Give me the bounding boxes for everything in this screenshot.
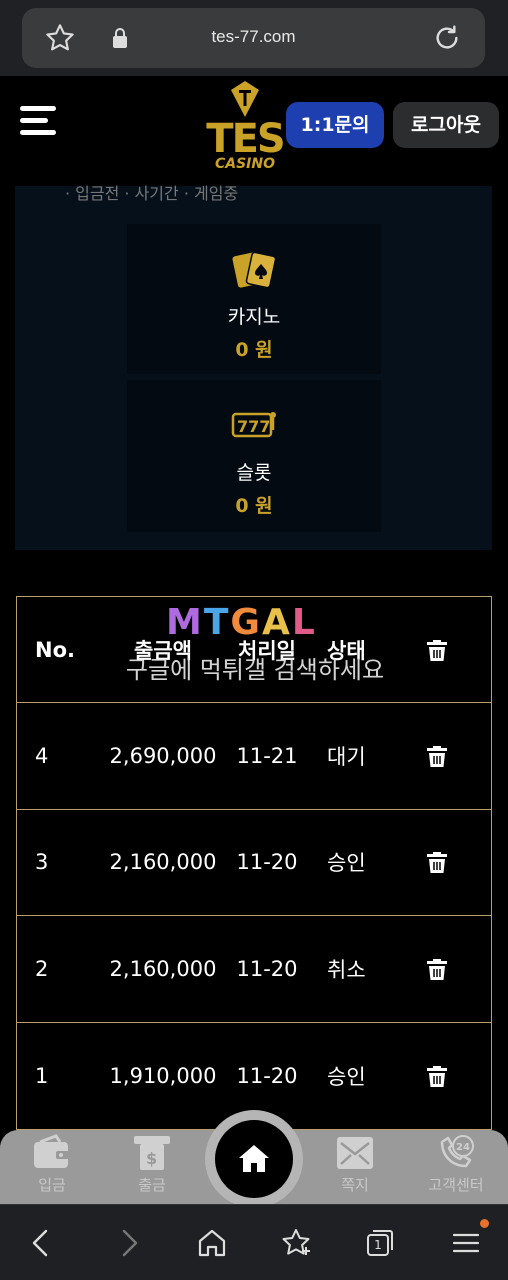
nav-withdraw-label: 출금 [138,1176,166,1194]
forward-arrow-icon[interactable] [112,1227,144,1259]
row-amount: 1,910,000 [109,1063,217,1088]
svg-text:$: $ [146,1149,157,1168]
trash-icon [427,1065,447,1087]
row-no: 2 [35,956,49,981]
withdrawal-history-table: No. 출금액 처리일 상태 4 2,690,000 11-21 대기 3 2,… [16,596,492,1130]
delete-row-button[interactable] [425,916,449,1021]
trash-icon [427,746,447,768]
row-amount: 2,690,000 [109,744,217,769]
site-header: TES CASINO 1:1문의 로그아웃 [0,76,508,186]
casino-balance-card: 카지노 0 원 [127,224,381,374]
slot-machine-icon: 777 [231,412,276,438]
table-header-row: No. 출금액 처리일 상태 [17,597,491,704]
tabs-button[interactable]: 1 [364,1227,396,1259]
row-status: 대기 [327,745,366,770]
nav-withdraw[interactable]: $ 출금 [112,1130,192,1204]
row-amount: 2,160,000 [109,850,217,875]
row-no: 1 [35,1063,49,1088]
reload-icon[interactable] [431,22,463,54]
address-bar[interactable]: tes-77.com [22,8,485,68]
balance-panel: · 입금전 · 사기간 · 게임중 카지노 0 원 777 슬롯 0 원 [15,184,492,550]
header-amount: 출금액 [134,638,192,663]
notification-dot [480,1219,489,1228]
nav-message[interactable]: 쪽지 [315,1130,395,1204]
slot-balance-card: 777 슬롯 0 원 [127,380,381,532]
row-amount: 2,160,000 [109,956,217,981]
browser-home-icon[interactable] [196,1227,228,1259]
row-status: 승인 [327,1064,366,1089]
delete-row-button[interactable] [425,810,449,915]
home-icon [239,1145,269,1172]
row-status: 취소 [327,957,366,982]
row-status: 승인 [327,851,366,876]
url-text[interactable]: tes-77.com [22,27,485,47]
table-row: 4 2,690,000 11-21 대기 [17,703,491,810]
row-no: 4 [35,744,49,769]
browser-top-bar: tes-77.com [0,0,508,76]
wallet-icon [34,1134,70,1168]
browser-menu-icon[interactable] [450,1227,482,1259]
tabs-count: 1 [374,1238,382,1252]
site-logo[interactable]: TES CASINO [195,80,295,176]
trash-icon [427,958,447,980]
delete-row-button[interactable] [425,703,449,808]
row-no: 3 [35,850,49,875]
slot-balance-value: 0 원 [235,495,273,517]
casino-balance-value: 0 원 [235,339,273,361]
delete-all-button[interactable] [425,597,449,702]
inquiry-button[interactable]: 1:1문의 [286,102,384,148]
row-date: 11-20 [236,956,298,981]
header-date: 처리일 [238,638,296,663]
svg-text:24: 24 [456,1142,470,1153]
nav-support[interactable]: 24 고객센터 [416,1130,496,1204]
logo-emblem-icon [231,81,259,117]
row-date: 11-20 [236,850,298,875]
table-row: 2 2,160,000 11-20 취소 [17,916,491,1023]
nav-deposit-label: 입금 [38,1176,66,1194]
nav-message-label: 쪽지 [341,1176,369,1194]
back-arrow-icon[interactable] [26,1227,58,1259]
bookmarks-star-icon[interactable] [280,1227,312,1259]
nav-support-label: 고객센터 [428,1176,484,1194]
logo-subtext: CASINO [214,156,276,172]
trash-icon [427,852,447,874]
envelope-icon [337,1137,373,1169]
cut-off-text: · 입금전 · 사기간 · 게임중 [65,184,239,203]
logout-button[interactable]: 로그아웃 [393,102,499,148]
table-row: 3 2,160,000 11-20 승인 [17,809,491,917]
header-status: 상태 [327,638,366,663]
browser-bottom-bar: 1 [0,1204,508,1280]
playing-cards-icon [232,251,277,289]
nav-deposit[interactable]: 입금 [12,1130,92,1204]
nav-home-button[interactable] [205,1110,303,1208]
slot-label: 슬롯 [236,462,272,484]
trash-icon [427,639,447,661]
phone-24-icon: 24 [440,1135,474,1168]
row-date: 11-21 [236,744,298,769]
svg-text:777: 777 [237,417,270,436]
casino-label: 카지노 [227,306,281,328]
atm-cash-icon: $ [134,1136,170,1170]
delete-row-button[interactable] [425,1023,449,1129]
header-no: No. [35,637,75,662]
hamburger-menu-icon[interactable] [20,106,56,136]
